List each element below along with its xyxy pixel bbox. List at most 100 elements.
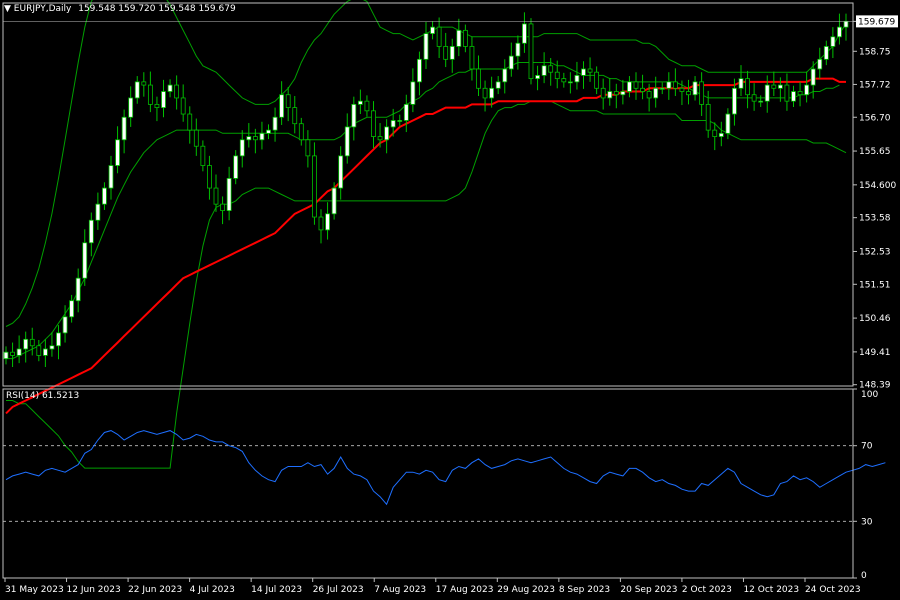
candle-body [239, 139, 245, 157]
candle-body [213, 187, 219, 205]
price-panel[interactable] [3, 0, 849, 469]
candle-body [843, 20, 849, 28]
candle-body [167, 84, 173, 92]
candle-body [476, 68, 481, 89]
candle-body [108, 165, 114, 189]
candle-body [377, 136, 383, 141]
candle-body [712, 129, 718, 137]
candle-body [3, 351, 9, 360]
candle-body [810, 68, 816, 86]
candle-body [791, 91, 796, 102]
date-tick-label: 22 Jun 2023 [128, 585, 182, 595]
candle-body [246, 136, 252, 141]
rsi-panel[interactable] [3, 430, 886, 522]
price-tick-label: 154.600 [859, 181, 896, 191]
date-tick-label: 8 Sep 2023 [559, 585, 610, 595]
candle-body [36, 345, 42, 356]
candle-body [613, 91, 619, 96]
ohlc-label: 159.548 159.720 159.548 159.679 [78, 4, 236, 14]
candle-body [10, 351, 15, 356]
candle-body [351, 103, 357, 128]
candle-body [266, 129, 271, 134]
candle-body [285, 94, 291, 109]
candle-body [495, 81, 501, 89]
date-tick-label: 7 Aug 2023 [374, 585, 426, 595]
candle-body [56, 332, 61, 347]
candle-body [640, 87, 645, 92]
candle-body [305, 139, 311, 157]
candle-body [443, 46, 449, 60]
candle-body [141, 81, 147, 86]
candle-body [312, 155, 317, 218]
candle-body [147, 84, 153, 105]
candle-body [508, 55, 514, 70]
candle-body [187, 113, 193, 131]
candle-body [522, 23, 527, 44]
rsi-tick-label: 0 [861, 571, 867, 581]
candle-body [331, 187, 337, 215]
rsi-tick-label: 70 [861, 442, 873, 452]
chart-canvas: 159.679 158.75 157.72 156.70 155.65 154.600 15… [2, 0, 898, 595]
candle-body [600, 87, 606, 99]
candle-body [397, 120, 403, 122]
date-tick-label: 29 Aug 2023 [497, 585, 555, 595]
candle-body [390, 120, 396, 128]
candle-body [515, 42, 521, 57]
candle-body [226, 178, 232, 211]
candle-body [548, 65, 554, 73]
candle-body [699, 81, 705, 105]
rsi-header: RSI(14) 61.5213 [6, 391, 79, 401]
candle-body [29, 338, 35, 347]
candle-body [436, 26, 442, 47]
candle-body [298, 123, 304, 141]
candle-body [777, 84, 783, 89]
candle-body [830, 36, 836, 47]
rsi-label: RSI(14) 61.5213 [6, 391, 80, 401]
candle-body [541, 65, 547, 76]
candles [3, 12, 849, 368]
candle-body [771, 84, 777, 89]
candle-body [102, 187, 107, 205]
date-tick-label: 12 Jun 2023 [67, 585, 121, 595]
candle-body [817, 58, 823, 70]
current-price-label: 159.679 [858, 17, 895, 27]
candle-body [128, 97, 134, 118]
candle-body [758, 100, 764, 103]
candle-body [423, 33, 429, 60]
candle-body [804, 84, 810, 96]
candle-body [462, 29, 468, 47]
candle-body [292, 107, 298, 125]
candle-body [180, 97, 186, 115]
price-tick-label: 157.72 [859, 80, 891, 90]
candle-body [489, 87, 495, 99]
candle-body [252, 136, 258, 141]
rsi-tick-label: 30 [861, 517, 873, 527]
price-tick-label: 152.53 [859, 247, 891, 257]
candle-body [528, 23, 534, 80]
candle-body [279, 94, 285, 118]
date-tick-label: 2 Oct 2023 [682, 585, 732, 595]
candle-body [823, 46, 829, 60]
candle-body [75, 277, 81, 302]
candle-body [338, 155, 344, 189]
candle-body [174, 84, 180, 99]
candle-body [417, 58, 422, 83]
rsi-panel-frame [2, 388, 854, 579]
candle-body [325, 213, 330, 231]
price-tick-label: 149.41 [859, 348, 891, 358]
candle-body [49, 345, 55, 350]
candle-body [134, 81, 140, 99]
candle-body [364, 100, 370, 112]
candle-body [686, 91, 691, 96]
candle-body [561, 78, 567, 83]
candle-body [587, 68, 593, 73]
candle-body [272, 116, 278, 131]
date-tick-label: 26 Jul 2023 [313, 585, 364, 595]
candle-body [193, 129, 199, 147]
dropdown-triangle-icon[interactable]: ▼ [4, 4, 11, 14]
date-tick-label: 14 Jul 2023 [251, 585, 302, 595]
candle-body [95, 203, 101, 221]
candle-body [259, 132, 265, 141]
candle-body [784, 84, 790, 102]
candle-body [535, 75, 540, 80]
